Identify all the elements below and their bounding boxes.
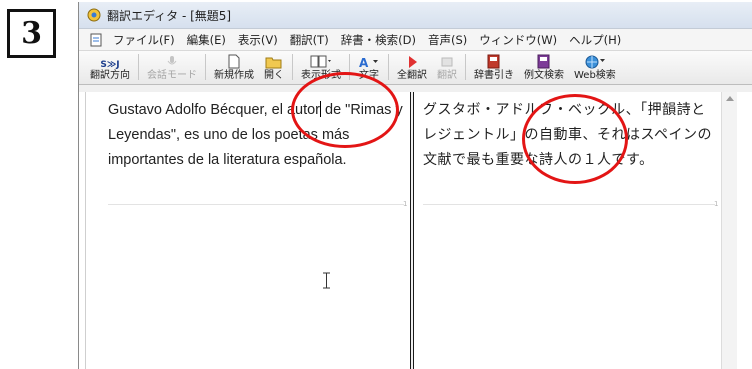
ibeam-cursor-icon [323, 272, 330, 289]
toolbar-separator [349, 54, 350, 80]
vertical-scrollbar[interactable] [721, 92, 737, 369]
web-search-button[interactable]: Web検索 [569, 52, 621, 82]
translation-editor-window: 翻訳エディタ - [無題5] ファイル(F) 編集(E) 表示(V) 翻訳(T)… [78, 2, 752, 369]
conversation-mode-label: 会話モード [147, 70, 197, 81]
menu-window[interactable]: ウィンドウ(W) [473, 32, 563, 48]
folder-open-icon [265, 57, 282, 69]
source-text-pane[interactable]: Gustavo Adolfo Bécquer, el autor de "Rim… [85, 92, 409, 369]
example-search-label: 例文検索 [524, 70, 564, 81]
translate-direction-icon: S≫J [100, 60, 120, 70]
sentence-marker: 1 [714, 200, 719, 208]
display-format-button[interactable]: 表示形式 [296, 52, 346, 82]
conversation-mode-button[interactable]: 会話モード [142, 52, 202, 82]
dictionary-lookup-button[interactable]: 辞書引き [469, 52, 519, 82]
sentence-separator [423, 204, 715, 205]
toolbar-separator [388, 54, 389, 80]
toolbar: S≫J 翻訳方向 会話モード 新規作成 開く 表示形式 A 文字 全翻訳 翻訳 … [79, 51, 752, 85]
target-text-pane[interactable]: グスタボ・アドルフ・ベックル、「押韻詩とレジェントル」の自動車、それはスペインの… [415, 92, 721, 369]
menu-audio[interactable]: 音声(S) [422, 32, 473, 48]
menu-dictionary-search[interactable]: 辞書・検索(D) [335, 32, 422, 48]
dictionary-lookup-label: 辞書引き [474, 70, 514, 81]
step-number-badge: 3 [7, 9, 56, 58]
menu-view[interactable]: 表示(V) [232, 32, 284, 48]
translate-sentence-icon [441, 57, 453, 67]
editor-workspace: Gustavo Adolfo Bécquer, el autor de "Rim… [79, 92, 752, 369]
text-style-button[interactable]: A 文字 [353, 52, 385, 82]
source-text[interactable]: Gustavo Adolfo Bécquer, el autor de "Rim… [108, 98, 408, 173]
svg-text:A: A [359, 56, 369, 69]
document-icon[interactable] [89, 33, 103, 47]
split-view-icon [310, 55, 331, 68]
pane-splitter[interactable] [410, 92, 414, 369]
menu-bar: ファイル(F) 編集(E) 表示(V) 翻訳(T) 辞書・検索(D) 音声(S)… [79, 29, 752, 51]
translate-all-button[interactable]: 全翻訳 [392, 52, 432, 82]
menu-help[interactable]: ヘルプ(H) [563, 32, 627, 48]
play-arrow-icon [409, 56, 417, 68]
translate-label: 翻訳 [437, 70, 457, 81]
new-document-icon [228, 54, 240, 69]
web-search-label: Web検索 [574, 70, 616, 81]
toolbar-separator [138, 54, 139, 80]
microphone-icon [167, 56, 177, 65]
window-title: 翻訳エディタ - [無題5] [107, 8, 232, 23]
translate-direction-button[interactable]: S≫J 翻訳方向 [85, 52, 135, 82]
dictionary-icon [487, 54, 500, 69]
translate-direction-label: 翻訳方向 [90, 70, 130, 81]
new-document-label: 新規作成 [214, 70, 254, 81]
translate-button[interactable]: 翻訳 [432, 52, 462, 82]
new-document-button[interactable]: 新規作成 [209, 52, 259, 82]
font-style-icon: A [359, 56, 378, 69]
sentence-separator [108, 204, 404, 205]
toolbar-separator [205, 54, 206, 80]
text-style-label: 文字 [359, 70, 379, 81]
display-format-label: 表示形式 [301, 70, 341, 81]
open-label: 開く [264, 70, 284, 81]
toolbar-separator [292, 54, 293, 80]
source-text-before-caret: Gustavo Adolfo Bécquer, el autor [108, 102, 320, 118]
target-text[interactable]: グスタボ・アドルフ・ベックル、「押韻詩とレジェントル」の自動車、それはスペインの… [423, 98, 719, 173]
example-book-icon [537, 54, 550, 69]
open-button[interactable]: 開く [259, 52, 289, 82]
title-bar: 翻訳エディタ - [無題5] [79, 2, 752, 29]
globe-icon [585, 55, 605, 69]
menu-file[interactable]: ファイル(F) [107, 32, 181, 48]
sentence-marker: 1 [403, 200, 408, 208]
gear-app-icon [87, 8, 101, 22]
scroll-up-arrow-icon[interactable] [726, 96, 734, 101]
menu-translate[interactable]: 翻訳(T) [284, 32, 335, 48]
translate-all-label: 全翻訳 [397, 70, 427, 81]
example-search-button[interactable]: 例文検索 [519, 52, 569, 82]
toolbar-separator [465, 54, 466, 80]
menu-edit[interactable]: 編集(E) [181, 32, 232, 48]
